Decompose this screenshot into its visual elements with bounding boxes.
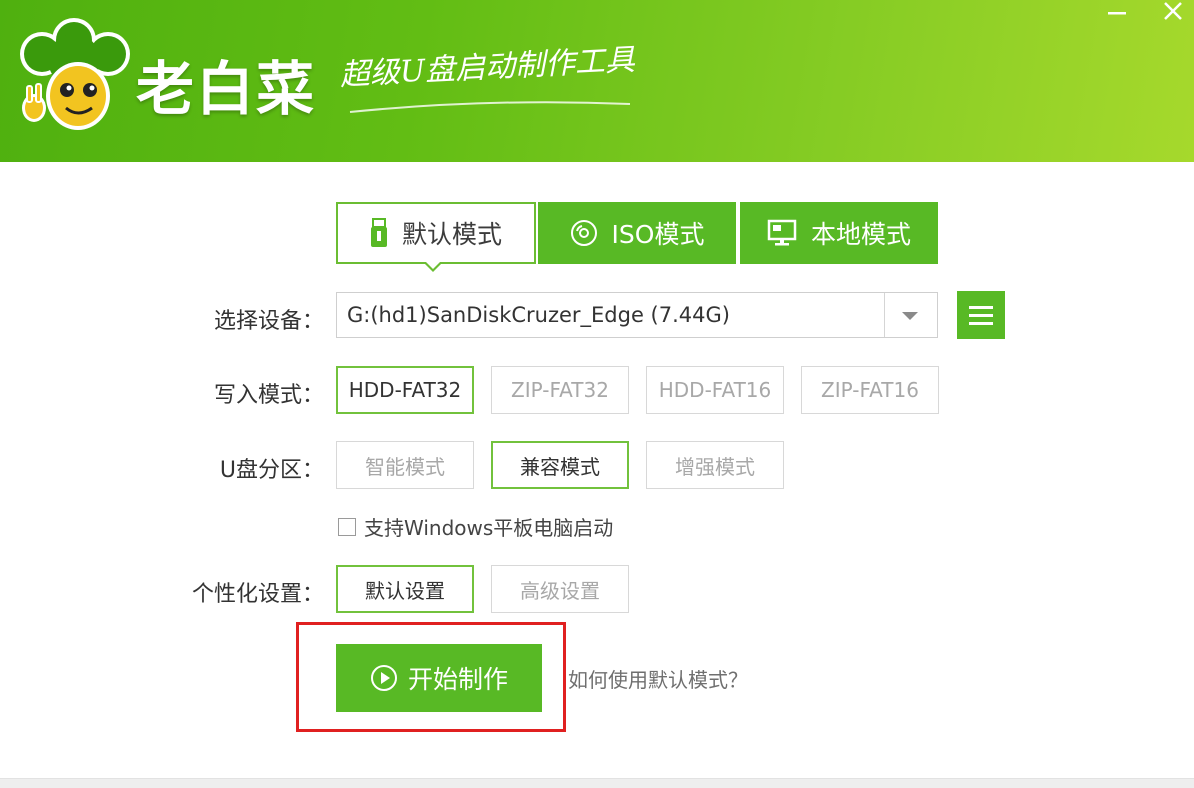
partition-smart-mode[interactable]: 智能模式 bbox=[336, 441, 474, 489]
brand-name: 老白菜 bbox=[136, 55, 317, 123]
close-icon[interactable] bbox=[1156, 0, 1190, 28]
tab-local-mode[interactable]: 本地模式 bbox=[740, 202, 938, 264]
write-mode-hdd-fat32[interactable]: HDD-FAT32 bbox=[336, 366, 474, 414]
cabbage-mascot-logo bbox=[20, 18, 130, 130]
monitor-icon bbox=[767, 219, 797, 246]
help-link[interactable]: 如何使用默认模式？ bbox=[568, 664, 748, 693]
app-header: 老白菜 超级U盘启动制作工具 bbox=[0, 0, 1194, 162]
disc-icon bbox=[570, 220, 597, 246]
device-select-value: G:(hd1)SanDiskCruzer_Edge (7.44G) bbox=[347, 303, 730, 327]
partition-compatible-mode[interactable]: 兼容模式 bbox=[491, 441, 629, 489]
personalization-advanced[interactable]: 高级设置 bbox=[491, 565, 629, 613]
tablet-support-option[interactable]: 支持Windows平板电脑启动 bbox=[338, 512, 613, 541]
bottom-divider bbox=[0, 778, 1194, 788]
tab-iso-mode[interactable]: ISO模式 bbox=[538, 202, 736, 264]
write-mode-zip-fat32[interactable]: ZIP-FAT32 bbox=[491, 366, 629, 414]
chevron-down-icon[interactable] bbox=[902, 312, 918, 320]
tab-label: 默认模式 bbox=[401, 220, 502, 249]
play-circle-icon bbox=[370, 665, 397, 691]
start-making-button[interactable]: 开始制作 bbox=[336, 644, 542, 712]
write-mode-hdd-fat16[interactable]: HDD-FAT16 bbox=[646, 366, 784, 414]
start-button-label: 开始制作 bbox=[407, 665, 508, 694]
personalization-default[interactable]: 默认设置 bbox=[336, 565, 474, 613]
hamburger-icon bbox=[969, 305, 993, 309]
partition-label: U盘分区： bbox=[219, 458, 324, 483]
slogan-swoosh bbox=[349, 101, 631, 113]
usb-drive-icon bbox=[370, 218, 387, 247]
tablet-support-checkbox[interactable] bbox=[338, 517, 356, 536]
device-select[interactable]: G:(hd1)SanDiskCruzer_Edge (7.44G) bbox=[336, 292, 938, 338]
tab-default-mode[interactable]: 默认模式 bbox=[336, 202, 536, 264]
tablet-support-label: 支持Windows平板电脑启动 bbox=[364, 516, 614, 540]
device-menu-button[interactable] bbox=[957, 291, 1005, 339]
device-label: 选择设备： bbox=[213, 309, 324, 334]
minimize-icon[interactable] bbox=[1100, 0, 1134, 28]
tab-label: ISO模式 bbox=[611, 220, 705, 249]
slogan: 超级U盘启动制作工具 bbox=[339, 42, 636, 93]
tab-label: 本地模式 bbox=[810, 220, 911, 249]
personalization-label: 个性化设置： bbox=[191, 582, 324, 607]
partition-enhanced-mode[interactable]: 增强模式 bbox=[646, 441, 784, 489]
write-mode-label: 写入模式： bbox=[213, 383, 324, 408]
write-mode-zip-fat16[interactable]: ZIP-FAT16 bbox=[801, 366, 939, 414]
